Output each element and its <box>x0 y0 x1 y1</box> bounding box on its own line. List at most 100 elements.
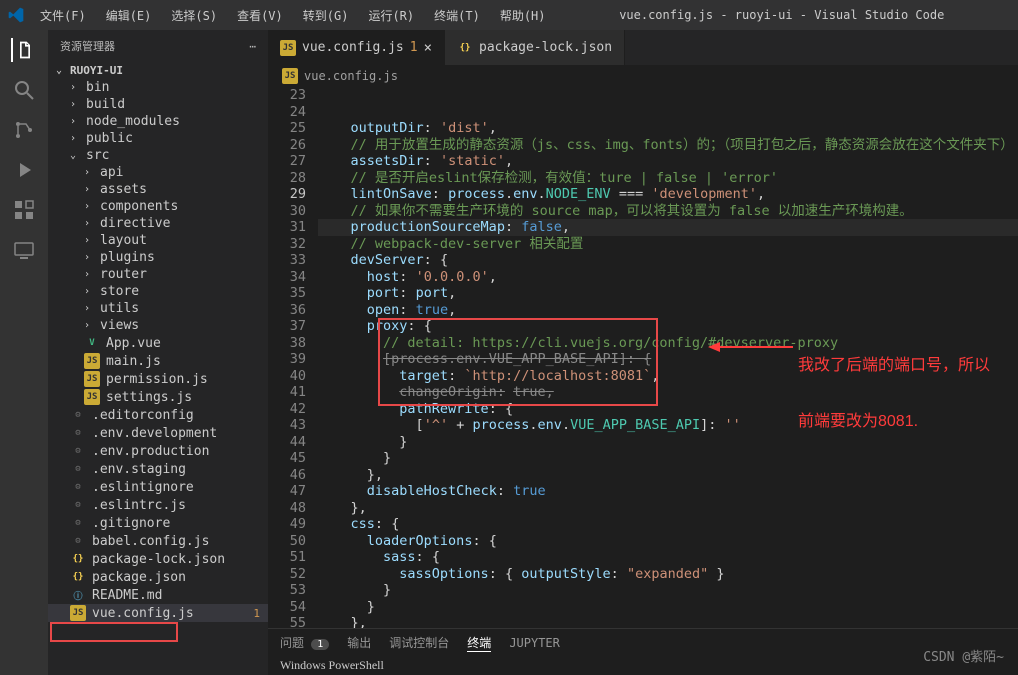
folder-item[interactable]: › api <box>48 164 268 181</box>
menu-item[interactable]: 编辑(E) <box>98 3 160 28</box>
panel-tab[interactable]: 输出 <box>347 634 371 651</box>
panel-tab[interactable]: 问题 1 <box>280 634 329 651</box>
file-item[interactable]: ⚙.eslintignore <box>48 478 268 496</box>
search-icon[interactable] <box>12 78 36 102</box>
item-label: src <box>86 148 109 163</box>
chevron-icon: › <box>70 133 80 144</box>
run-debug-icon[interactable] <box>12 158 36 182</box>
code-editor[interactable]: 2324252627282930313233343536373839404142… <box>268 87 1018 628</box>
menu-item[interactable]: 选择(S) <box>163 3 225 28</box>
item-label: main.js <box>106 354 161 369</box>
folder-item[interactable]: ⌄ src <box>48 147 268 164</box>
line-gutter: 2324252627282930313233343536373839404142… <box>268 87 318 628</box>
activity-bar <box>0 30 48 675</box>
folder-item[interactable]: › layout <box>48 232 268 249</box>
item-label: public <box>86 131 133 146</box>
editor-tab[interactable]: {}package-lock.json <box>445 30 625 65</box>
menu-item[interactable]: 终端(T) <box>426 3 488 28</box>
code-content[interactable]: outputDir: 'dist', // 用于放置生成的静态资源（js、css… <box>318 87 1018 628</box>
folder-item[interactable]: › assets <box>48 181 268 198</box>
folder-item[interactable]: ›components <box>48 198 268 215</box>
chevron-icon: › <box>84 184 94 195</box>
menu-item[interactable]: 帮助(H) <box>492 3 554 28</box>
editor-area: JSvue.config.js1×{}package-lock.json JS … <box>268 30 1018 675</box>
close-icon[interactable]: × <box>424 40 432 56</box>
file-item[interactable]: ⚙.env.development <box>48 424 268 442</box>
file-item[interactable]: {}package.json <box>48 568 268 586</box>
menu-item[interactable]: 运行(R) <box>360 3 422 28</box>
folder-item[interactable]: ›views <box>48 317 268 334</box>
file-item[interactable]: ⚙.gitignore <box>48 514 268 532</box>
item-label: directive <box>100 216 170 231</box>
file-item[interactable]: ⚙.editorconfig <box>48 406 268 424</box>
menu-item[interactable]: 查看(V) <box>229 3 291 28</box>
file-item[interactable]: VApp.vue <box>48 334 268 352</box>
file-item[interactable]: ⚙.eslintrc.js <box>48 496 268 514</box>
title-bar: 文件(F)编辑(E)选择(S)查看(V)转到(G)运行(R)终端(T)帮助(H)… <box>0 0 1018 30</box>
folder-item[interactable]: ›node_modules <box>48 113 268 130</box>
item-label: .editorconfig <box>92 408 194 423</box>
chevron-icon: › <box>84 235 94 246</box>
file-item[interactable]: ⓘREADME.md <box>48 586 268 604</box>
panel-tab[interactable]: 调试控制台 <box>389 634 449 651</box>
annotation-text: 我改了后端的端口号，所以 前端要改为8081. <box>798 325 990 463</box>
breadcrumb[interactable]: JS vue.config.js <box>268 65 1018 87</box>
item-label: vue.config.js <box>92 606 194 621</box>
file-item[interactable]: JSpermission.js <box>48 370 268 388</box>
editor-tab[interactable]: JSvue.config.js1× <box>268 30 445 65</box>
chevron-icon: › <box>84 218 94 229</box>
chevron-icon: › <box>84 320 94 331</box>
item-label: .env.production <box>92 444 209 459</box>
folder-item[interactable]: › directive <box>48 215 268 232</box>
more-icon[interactable]: ⋯ <box>249 40 256 53</box>
item-label: permission.js <box>106 372 208 387</box>
chevron-icon: ⌄ <box>70 150 80 161</box>
menu-item[interactable]: 文件(F) <box>32 3 94 28</box>
folder-item[interactable]: › public <box>48 130 268 147</box>
chevron-icon: › <box>70 82 80 93</box>
extensions-icon[interactable] <box>12 198 36 222</box>
bottom-panel-tabs: 问题 1 输出 调试控制台 终端 JUPYTER <box>268 628 1018 656</box>
explorer-icon[interactable] <box>11 38 35 62</box>
item-label: api <box>100 165 123 180</box>
item-label: assets <box>100 182 147 197</box>
file-item[interactable]: ⚙babel.config.js <box>48 532 268 550</box>
item-label: package-lock.json <box>92 552 225 567</box>
item-label: babel.config.js <box>92 534 209 549</box>
sidebar-header: 资源管理器 ⋯ <box>48 30 268 62</box>
item-label: README.md <box>92 588 162 603</box>
folder-item[interactable]: ›build <box>48 96 268 113</box>
source-control-icon[interactable] <box>12 118 36 142</box>
file-item[interactable]: {}package-lock.json <box>48 550 268 568</box>
modified-badge: 1 <box>253 607 260 620</box>
tree-root[interactable]: ⌄ RUOYI-UI <box>48 62 268 79</box>
sidebar-title: 资源管理器 <box>60 38 115 54</box>
chevron-down-icon: ⌄ <box>56 65 66 76</box>
file-item[interactable]: JSmain.js <box>48 352 268 370</box>
panel-tab[interactable]: JUPYTER <box>509 636 560 650</box>
file-item[interactable]: ⚙.env.staging <box>48 460 268 478</box>
item-label: layout <box>100 233 147 248</box>
folder-item[interactable]: ›router <box>48 266 268 283</box>
item-label: bin <box>86 80 109 95</box>
file-item[interactable]: JSsettings.js <box>48 388 268 406</box>
item-label: store <box>100 284 139 299</box>
sidebar-actions: ⋯ <box>249 40 256 53</box>
folder-item[interactable]: › store <box>48 283 268 300</box>
terminal-content[interactable]: Windows PowerShell <box>268 656 1018 675</box>
file-item[interactable]: ⚙.env.production <box>48 442 268 460</box>
item-label: utils <box>100 301 139 316</box>
folder-item[interactable]: ›plugins <box>48 249 268 266</box>
folder-item[interactable]: › bin <box>48 79 268 96</box>
chevron-icon: › <box>84 286 94 297</box>
folder-item[interactable]: ›utils <box>48 300 268 317</box>
menu-item[interactable]: 转到(G) <box>295 3 357 28</box>
menu-bar: 文件(F)编辑(E)选择(S)查看(V)转到(G)运行(R)终端(T)帮助(H) <box>32 3 554 28</box>
chevron-icon: › <box>84 167 94 178</box>
panel-tab[interactable]: 终端 <box>467 634 491 652</box>
item-label: .gitignore <box>92 516 170 531</box>
chevron-icon: › <box>84 252 94 263</box>
file-item[interactable]: JSvue.config.js1 <box>48 604 268 622</box>
item-label: .env.staging <box>92 462 186 477</box>
remote-icon[interactable] <box>12 238 36 262</box>
